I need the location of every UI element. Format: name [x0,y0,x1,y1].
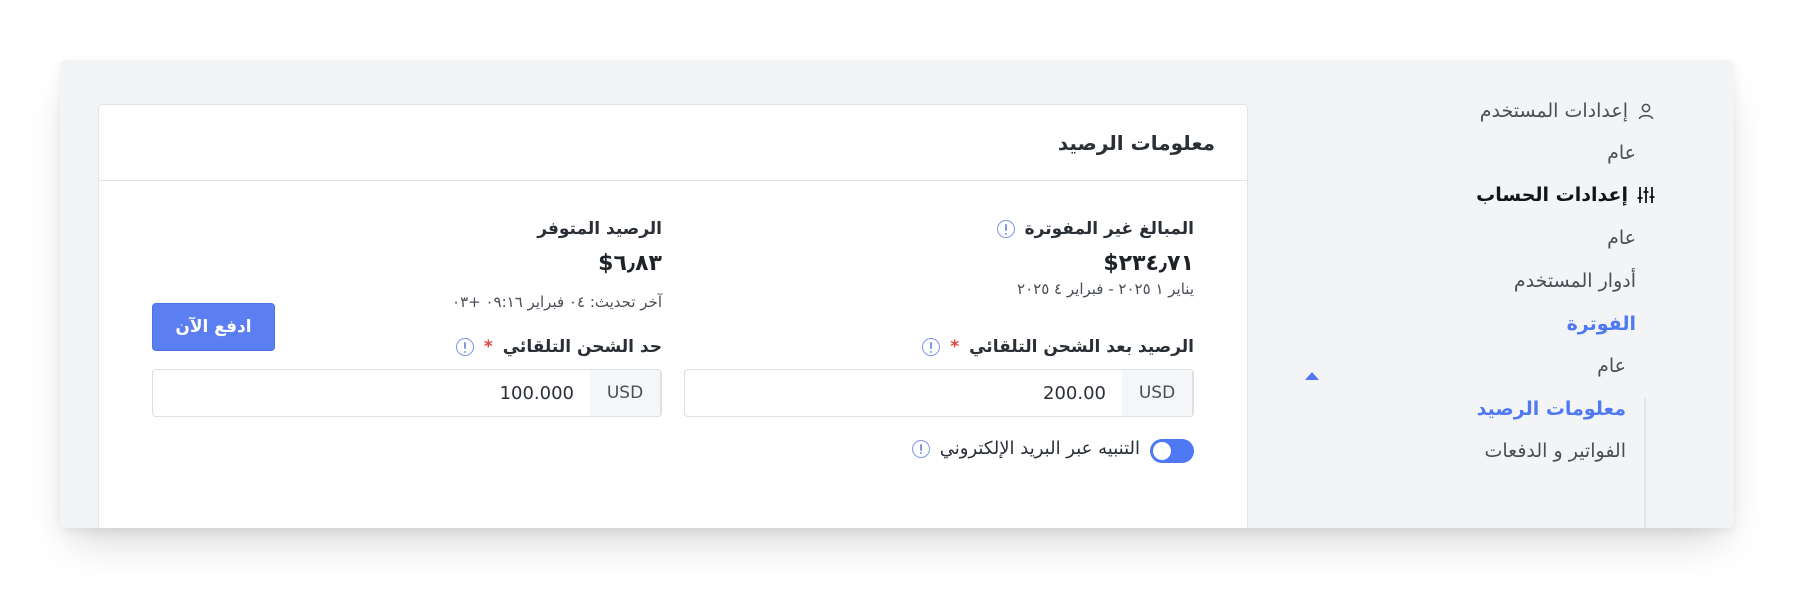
email-alert-toggle[interactable] [1150,439,1194,463]
user-icon [1636,101,1656,121]
sidebar-item-invoices-payments[interactable]: الفواتير و الدفعات [1485,440,1627,462]
sidebar-item-label: عام [1607,227,1636,249]
sidebar-item-label: الفواتير و الدفعات [1484,440,1627,462]
balance-info-card: معلومات الرصيد المبالغ غير المفوترة ٢٣٤٫… [98,104,1248,528]
pay-now-button[interactable]: ادفع الآن [152,303,275,351]
label-text: المبالغ غير المفوترة [1024,219,1194,239]
label-text: الرصيد بعد الشحن التلقائي [969,337,1194,357]
last-updated-text: آخر تحديث: ٠٤ فبراير ٠٩:١٦ +٠٣ [452,293,662,311]
label-text: حد الشحن التلقائي [502,337,662,357]
recharge-balance-input[interactable] [685,370,1122,416]
sidebar-item-label: عام [1597,355,1626,377]
sidebar-item-account-settings[interactable]: إعدادات الحساب [1476,184,1656,206]
sidebar-item-user-settings[interactable]: إعدادات المستخدم [1480,100,1656,122]
card-title: معلومات الرصيد [99,105,1247,181]
available-balance-value: ٦٫٨٣$ [598,251,662,276]
recharge-threshold-label: حد الشحن التلقائي * [455,337,662,357]
label-text: الرصيد المتوفر [537,219,662,239]
submenu-guide-line [1644,398,1646,528]
sidebar-item-label: إعدادات المستخدم [1479,100,1628,122]
unbilled-amount-value: ٢٣٤٫٧١$ [1103,251,1194,276]
info-icon[interactable] [922,338,941,356]
collapse-caret-icon[interactable] [1305,372,1319,380]
info-icon[interactable] [996,220,1015,238]
sidebar-item-label: إعدادات الحساب [1476,184,1628,206]
sidebar-item-billing[interactable]: الفوترة [1567,313,1636,335]
toggle-knob [1153,442,1171,460]
recharge-threshold-field: USD [152,369,662,417]
recharge-threshold-input[interactable] [153,370,590,416]
app-window: إعدادات المستخدم عام إعدادات الحساب عام … [60,60,1734,528]
sidebar-item-user-general[interactable]: عام [1607,142,1636,164]
sidebar-item-label: أدوار المستخدم [1513,270,1636,292]
available-balance-label: الرصيد المتوفر [537,219,662,239]
settings-sidebar: إعدادات المستخدم عام إعدادات الحساب عام … [1264,60,1734,528]
recharge-balance-field: USD [684,369,1194,417]
required-mark: * [950,337,960,357]
sidebar-item-billing-general[interactable]: عام [1597,355,1626,377]
sidebar-item-user-roles[interactable]: أدوار المستخدم [1514,270,1636,292]
sidebar-item-account-general[interactable]: عام [1607,227,1636,249]
unbilled-amounts-label: المبالغ غير المفوترة [996,219,1194,239]
recharge-balance-label: الرصيد بعد الشحن التلقائي * [922,337,1194,357]
required-mark: * [483,337,493,357]
info-icon[interactable] [455,338,474,356]
sidebar-item-balance-info[interactable]: معلومات الرصيد [1477,398,1626,420]
sidebar-item-label: الفوترة [1566,313,1636,335]
info-icon[interactable] [911,439,930,458]
currency-addon: USD [1122,370,1193,416]
unbilled-period: يناير ١ ٢٠٢٥ - فبراير ٤ ٢٠٢٥ [1017,280,1194,298]
sidebar-item-label: عام [1607,142,1636,164]
label-text: التنبيه عبر البريد الإلكتروني [939,438,1140,459]
currency-addon: USD [590,370,661,416]
sidebar-item-label: معلومات الرصيد [1476,398,1626,420]
sliders-icon [1636,185,1656,205]
email-alert-label: التنبيه عبر البريد الإلكتروني [911,438,1140,459]
